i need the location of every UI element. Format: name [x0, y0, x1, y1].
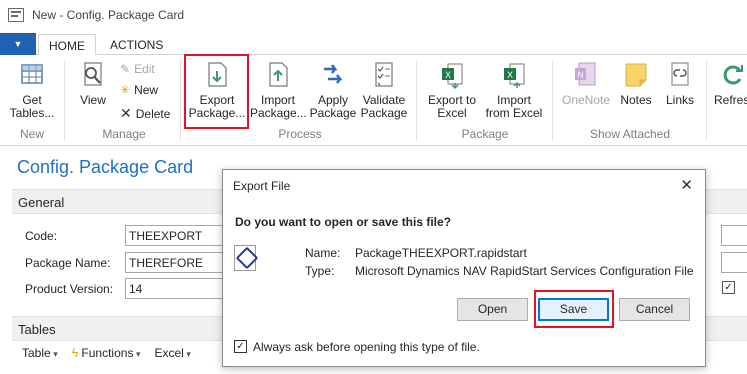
functions-label: Functions	[81, 346, 140, 360]
export-package-highlight	[184, 54, 249, 129]
validate-checklist-icon	[375, 62, 393, 87]
right-checkbox[interactable]: ✓	[722, 281, 735, 294]
ribbon-tab-row: ▼ HOME ACTIONS	[0, 30, 747, 56]
group-label-process: Process	[278, 127, 322, 141]
group-label-show-attached: Show Attached	[589, 127, 671, 141]
excel-import-icon: X	[504, 63, 525, 88]
ribbon-separator	[64, 61, 65, 141]
ribbon: Get Tables... New View ✎ Edit ✳ New ✕ De…	[0, 55, 747, 146]
group-label-package: Package	[461, 127, 509, 141]
right-field-1[interactable]	[721, 225, 747, 246]
code-field[interactable]	[125, 225, 225, 246]
package-name-field[interactable]	[125, 252, 225, 273]
edit-label: Edit	[134, 62, 155, 76]
page-title: Config. Package Card	[17, 157, 194, 177]
delete-x-icon: ✕	[120, 105, 132, 121]
file-name-value: PackageTHEEXPORT.rapidstart	[355, 246, 527, 260]
view-button[interactable]: View	[76, 59, 110, 107]
window-title: New - Config. Package Card	[32, 8, 185, 22]
edit-button[interactable]: ✎ Edit	[120, 62, 155, 76]
pencil-icon: ✎	[120, 62, 131, 76]
dialog-title: Export File	[233, 179, 291, 193]
export-file-dialog: Export File ✕ Do you want to open or sav…	[222, 169, 706, 367]
new-button[interactable]: ✳ New	[120, 83, 158, 97]
product-version-label: Product Version:	[25, 282, 114, 296]
svg-text:X: X	[445, 70, 451, 80]
import-package-button[interactable]: Import Package...	[250, 59, 307, 120]
group-label-manage: Manage	[102, 127, 146, 141]
file-name-row: Name: PackageTHEEXPORT.rapidstart	[305, 246, 527, 260]
notes-label: Notes	[620, 93, 652, 107]
export-to-excel-button[interactable]: X Export to Excel	[424, 59, 480, 120]
code-label: Code:	[25, 229, 58, 243]
excel-menu[interactable]: Excel	[154, 346, 190, 360]
ribbon-separator	[706, 61, 707, 141]
notes-button[interactable]: Notes	[616, 59, 656, 107]
apply-package-label: Apply Package	[309, 93, 357, 120]
validate-package-button[interactable]: Validate Package	[360, 59, 408, 120]
package-name-label: Package Name:	[25, 256, 111, 270]
application-menu-button[interactable]: ▼	[0, 33, 36, 55]
view-label: View	[80, 93, 106, 107]
sticky-note-icon	[625, 63, 647, 87]
product-version-field[interactable]	[125, 278, 225, 299]
lightning-icon: ϟ	[71, 346, 79, 360]
export-to-excel-label: Export to Excel	[427, 93, 477, 120]
file-type-value: Microsoft Dynamics NAV RapidStart Servic…	[355, 264, 694, 278]
general-heading: General	[18, 195, 65, 210]
new-label: New	[134, 83, 159, 97]
ribbon-separator	[416, 61, 417, 141]
onenote-icon: N	[575, 62, 596, 86]
import-package-label: Import Package...	[250, 93, 307, 120]
svg-text:X: X	[507, 70, 513, 80]
close-icon[interactable]: ✕	[680, 176, 693, 194]
excel-export-icon: X	[442, 63, 463, 90]
file-type-row: Type: Microsoft Dynamics NAV RapidStart S…	[305, 264, 694, 278]
table-menu[interactable]: Table	[22, 346, 58, 360]
onenote-label: OneNote	[561, 93, 611, 107]
file-type-label: Type:	[305, 264, 335, 278]
chevron-down-icon: ▼	[13, 39, 23, 49]
apply-package-button[interactable]: Apply Package	[309, 59, 357, 120]
links-button[interactable]: Links	[660, 59, 700, 107]
delete-label: Delete	[135, 106, 171, 121]
svg-text:N: N	[578, 71, 584, 80]
links-label: Links	[665, 93, 694, 107]
import-from-excel-button[interactable]: X Import from Excel	[484, 59, 544, 120]
get-tables-button[interactable]: Get Tables...	[6, 59, 58, 120]
refresh-icon	[723, 65, 743, 85]
tables-toolbar: Table ϟ Functions Excel	[22, 346, 191, 360]
ribbon-separator	[180, 61, 181, 141]
title-bar: New - Config. Package Card	[0, 0, 747, 30]
tab-actions[interactable]: ACTIONS	[100, 34, 173, 56]
always-ask-checkbox[interactable]: ✓	[234, 340, 247, 353]
functions-menu[interactable]: ϟ Functions	[72, 346, 141, 360]
get-tables-label: Get Tables...	[9, 93, 55, 120]
view-icon	[84, 62, 102, 86]
dialog-question: Do you want to open or save this file?	[235, 215, 452, 229]
import-package-icon	[269, 62, 288, 87]
file-icon	[234, 245, 256, 271]
app-window-icon	[8, 8, 24, 22]
right-field-2[interactable]	[721, 252, 747, 273]
file-name-label: Name:	[305, 246, 341, 260]
tables-heading: Tables	[18, 322, 56, 337]
ribbon-separator	[552, 61, 553, 141]
cancel-button[interactable]: Cancel	[619, 298, 690, 321]
link-icon	[671, 62, 689, 86]
import-from-excel-label: Import from Excel	[485, 93, 543, 120]
tab-home[interactable]: HOME	[38, 34, 96, 56]
open-button[interactable]: Open	[457, 298, 528, 321]
save-highlight	[534, 290, 614, 328]
new-star-icon: ✳	[120, 83, 131, 97]
onenote-button[interactable]: N OneNote	[560, 59, 612, 107]
validate-package-label: Validate Package	[360, 93, 408, 120]
refresh-label: Refres	[714, 93, 747, 107]
refresh-button[interactable]: Refres	[714, 59, 747, 107]
table-icon	[21, 64, 43, 84]
delete-button[interactable]: ✕ Delete	[120, 105, 170, 122]
apply-arrow-icon	[324, 64, 343, 84]
group-label-new: New	[19, 127, 44, 141]
always-ask-label: Always ask before opening this type of f…	[253, 340, 480, 354]
